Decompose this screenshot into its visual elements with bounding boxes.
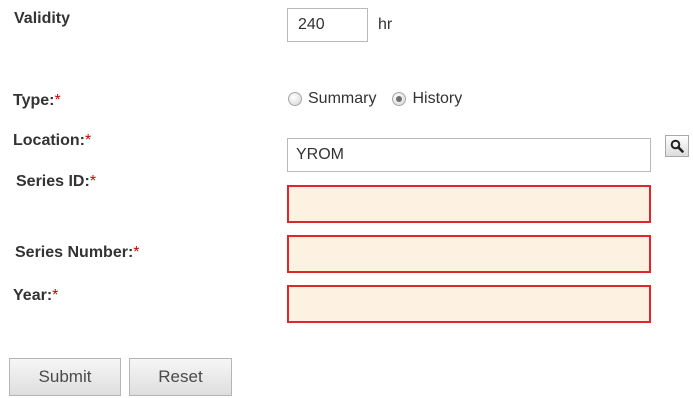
required-mark: * <box>133 244 140 261</box>
location-label: Location:* <box>13 132 92 149</box>
radio-summary[interactable] <box>288 92 302 106</box>
location-lookup-button[interactable] <box>665 135 689 157</box>
reset-button[interactable]: Reset <box>129 358 232 396</box>
search-icon <box>670 139 684 153</box>
required-mark: * <box>85 132 92 149</box>
validity-label: Validity <box>14 10 71 27</box>
type-label: Type:* <box>13 92 61 109</box>
series-id-input[interactable] <box>287 185 651 223</box>
submit-button[interactable]: Submit <box>9 358 121 396</box>
location-input[interactable] <box>287 138 651 172</box>
required-mark: * <box>89 173 97 190</box>
year-input[interactable] <box>287 285 651 323</box>
radio-history-label[interactable]: History <box>412 90 462 108</box>
validity-unit: hr <box>378 16 393 33</box>
required-mark: * <box>54 92 61 109</box>
year-label: Year:* <box>13 287 59 304</box>
series-id-label: Series ID:* <box>16 173 97 190</box>
validity-input[interactable] <box>287 8 368 42</box>
required-mark: * <box>52 287 59 304</box>
series-number-input[interactable] <box>287 235 651 273</box>
series-number-label: Series Number:* <box>15 244 140 261</box>
radio-history[interactable] <box>392 92 407 106</box>
radio-summary-label[interactable]: Summary <box>308 90 376 108</box>
type-radio-group: Summary History <box>288 90 478 108</box>
